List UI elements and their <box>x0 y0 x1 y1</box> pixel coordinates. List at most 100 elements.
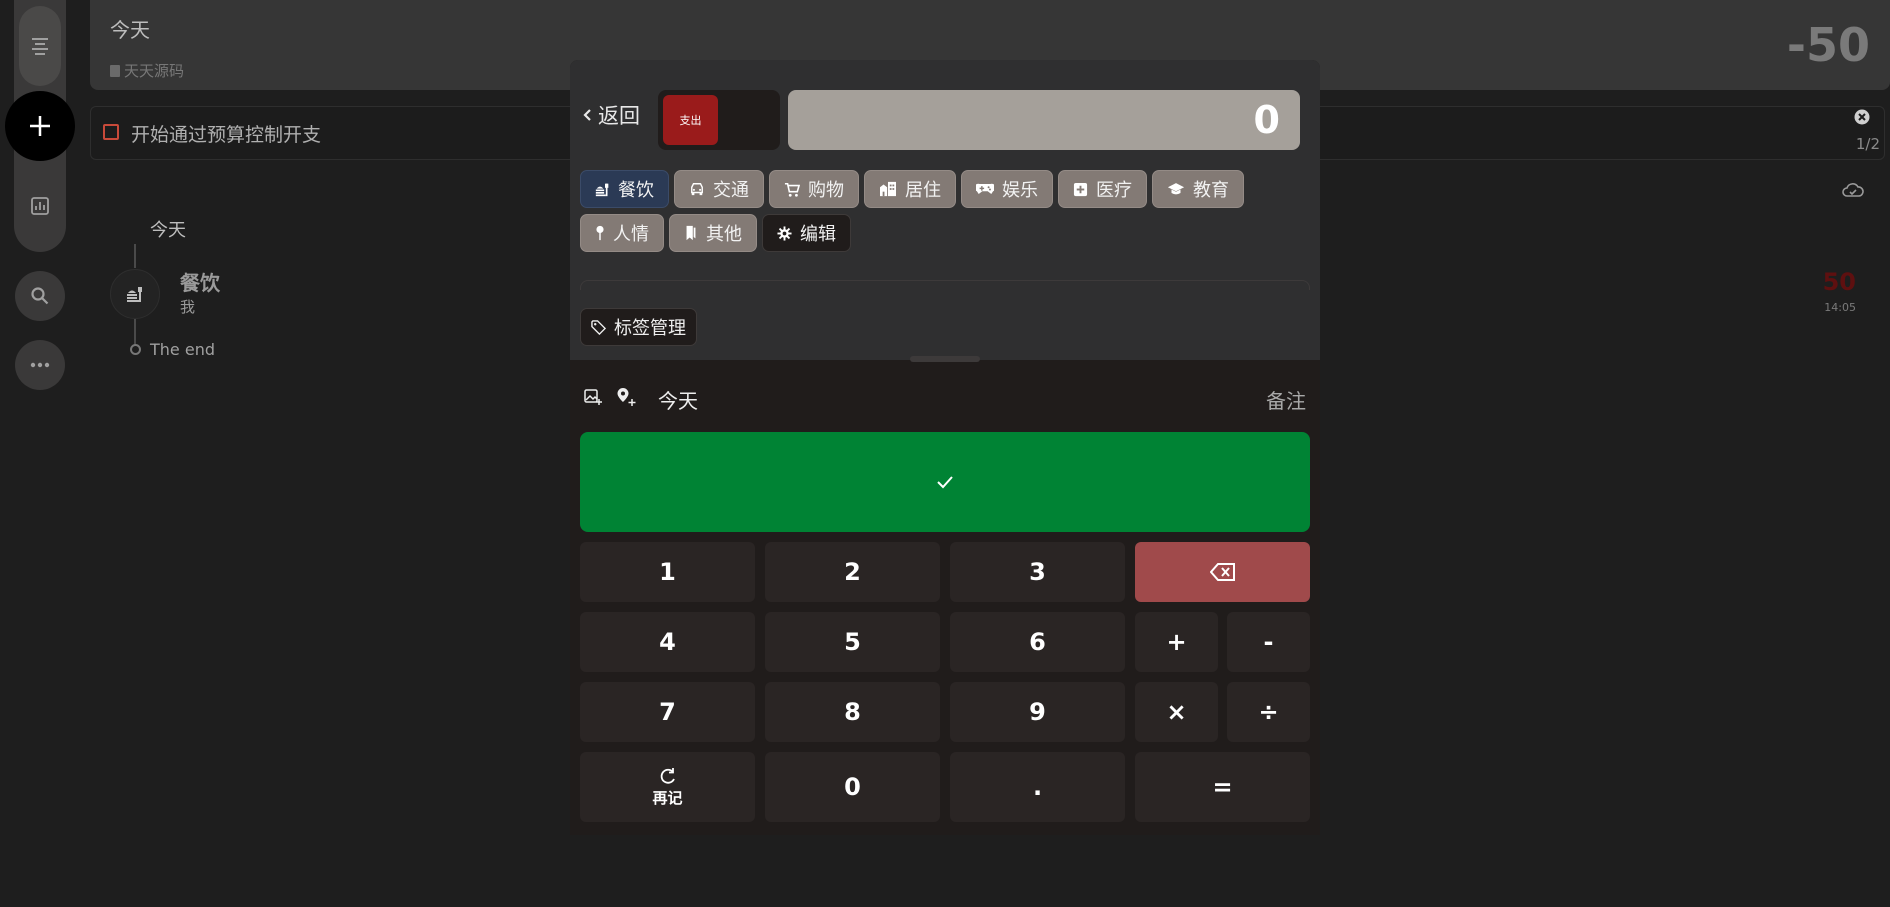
food-icon <box>595 182 610 197</box>
drag-handle[interactable] <box>910 356 980 362</box>
tag-manage-button[interactable]: 标签管理 <box>580 308 697 346</box>
more-icon <box>30 362 50 368</box>
date-picker[interactable]: 今天 <box>658 385 698 414</box>
notice-pagination: 1/2 <box>1855 135 1880 153</box>
category-label: 编辑 <box>800 224 836 245</box>
record-amount: 50 <box>1822 268 1856 296</box>
key-6[interactable]: 6 <box>950 612 1125 672</box>
plus-key[interactable]: + <box>1135 612 1218 672</box>
backspace-icon <box>1209 563 1235 581</box>
record-member: 我 <box>180 298 196 316</box>
tag-strip <box>580 280 1310 290</box>
summary-total: -50 <box>1786 18 1870 72</box>
timeline-end: The end <box>150 340 215 359</box>
timeline-line <box>134 244 136 268</box>
timeline-line <box>134 319 136 345</box>
key-2[interactable]: 2 <box>765 542 940 602</box>
more-button[interactable] <box>15 340 65 390</box>
amount-display[interactable]: 0 <box>788 90 1300 150</box>
bookmark-icon <box>684 225 698 241</box>
cart-icon <box>784 182 800 197</box>
category-chip[interactable]: 居住 <box>864 170 956 208</box>
edit-categories-button[interactable]: 编辑 <box>762 214 851 252</box>
menu-button[interactable] <box>19 6 61 86</box>
category-label: 教育 <box>1193 180 1229 201</box>
category-chip[interactable]: 购物 <box>769 170 859 208</box>
category-chip[interactable]: 其他 <box>669 214 757 252</box>
stats-button[interactable] <box>19 186 61 226</box>
add-image-button[interactable] <box>584 388 602 410</box>
refresh-icon <box>660 767 675 784</box>
key-3[interactable]: 3 <box>950 542 1125 602</box>
tag-manage-label: 标签管理 <box>614 318 686 339</box>
category-label: 其他 <box>706 224 742 245</box>
add-record-button[interactable] <box>5 91 75 161</box>
medical-icon <box>1073 182 1088 197</box>
category-list: 餐饮 交通 购物 居住 娱乐 医疗 教育人情 其他 编辑 <box>580 170 1310 252</box>
cloud-sync-icon <box>1842 183 1864 197</box>
confirm-button[interactable] <box>580 432 1310 532</box>
gamepad-icon <box>976 183 994 195</box>
key-0[interactable]: 0 <box>765 752 940 822</box>
category-chip[interactable]: 交通 <box>674 170 764 208</box>
budget-icon <box>103 124 119 140</box>
plus-icon <box>30 116 50 136</box>
notice-text: 开始通过预算控制开支 <box>131 124 322 146</box>
category-label: 娱乐 <box>1002 180 1038 201</box>
car-icon <box>689 182 705 196</box>
close-icon <box>1854 109 1870 125</box>
record-time: 14:05 <box>1824 301 1856 314</box>
equals-key[interactable]: = <box>1135 752 1310 822</box>
back-label: 返回 <box>598 104 640 128</box>
record-category[interactable]: 餐饮 <box>180 267 220 296</box>
key-1[interactable]: 1 <box>580 542 755 602</box>
record-type-switch[interactable]: 支出 <box>658 90 780 150</box>
category-chip[interactable]: 人情 <box>580 214 664 252</box>
ledger-icon <box>110 64 120 77</box>
backspace-key[interactable] <box>1135 542 1310 602</box>
record-again-key[interactable]: 再记 <box>580 752 755 822</box>
tag-icon <box>591 319 606 335</box>
graduation-icon <box>1167 182 1185 196</box>
minus-key[interactable]: - <box>1227 612 1310 672</box>
note-input[interactable]: 备注 <box>1266 385 1306 414</box>
add-image-icon <box>584 389 602 405</box>
timeline-date: 今天 <box>150 220 186 241</box>
chevron-left-icon <box>583 109 591 121</box>
category-label: 餐饮 <box>618 180 654 201</box>
divide-key[interactable]: ÷ <box>1227 682 1310 742</box>
summary-title: 今天 <box>110 18 150 42</box>
category-label: 购物 <box>808 180 844 201</box>
key-9[interactable]: 9 <box>950 682 1125 742</box>
record-options: 今天 备注 <box>584 384 1306 414</box>
category-chip[interactable]: 餐饮 <box>580 170 669 208</box>
add-location-icon <box>617 388 636 406</box>
back-button[interactable]: 返回 <box>582 100 640 130</box>
key-5[interactable]: 5 <box>765 612 940 672</box>
add-record-modal: 返回 支出 0 餐饮 交通 购物 居住 娱乐 医疗 教育人情 其他 编辑 标签管理 今天 备注 <box>570 60 1320 835</box>
menu-icon <box>32 38 48 55</box>
record-category-icon <box>110 269 160 319</box>
times-key[interactable]: × <box>1135 682 1218 742</box>
add-location-button[interactable] <box>616 387 636 411</box>
category-label: 交通 <box>713 180 749 201</box>
category-chip[interactable]: 医疗 <box>1058 170 1147 208</box>
category-chip[interactable]: 教育 <box>1152 170 1244 208</box>
key-4[interactable]: 4 <box>580 612 755 672</box>
food-icon <box>127 287 142 302</box>
cloud-sync-button[interactable] <box>1842 181 1864 203</box>
key-8[interactable]: 8 <box>765 682 940 742</box>
search-button[interactable] <box>15 271 65 321</box>
expense-type-button[interactable]: 支出 <box>663 95 718 145</box>
building-icon <box>879 181 897 197</box>
dot-key[interactable]: . <box>950 752 1125 822</box>
category-chip[interactable]: 娱乐 <box>961 170 1053 208</box>
record-again-label: 再记 <box>652 788 683 807</box>
category-label: 医疗 <box>1096 180 1132 201</box>
key-7[interactable]: 7 <box>580 682 755 742</box>
close-notice-button[interactable] <box>1854 109 1870 130</box>
category-label: 居住 <box>905 180 941 201</box>
category-label: 人情 <box>613 224 649 245</box>
timeline-end-dot <box>130 344 141 355</box>
search-icon <box>31 287 49 305</box>
